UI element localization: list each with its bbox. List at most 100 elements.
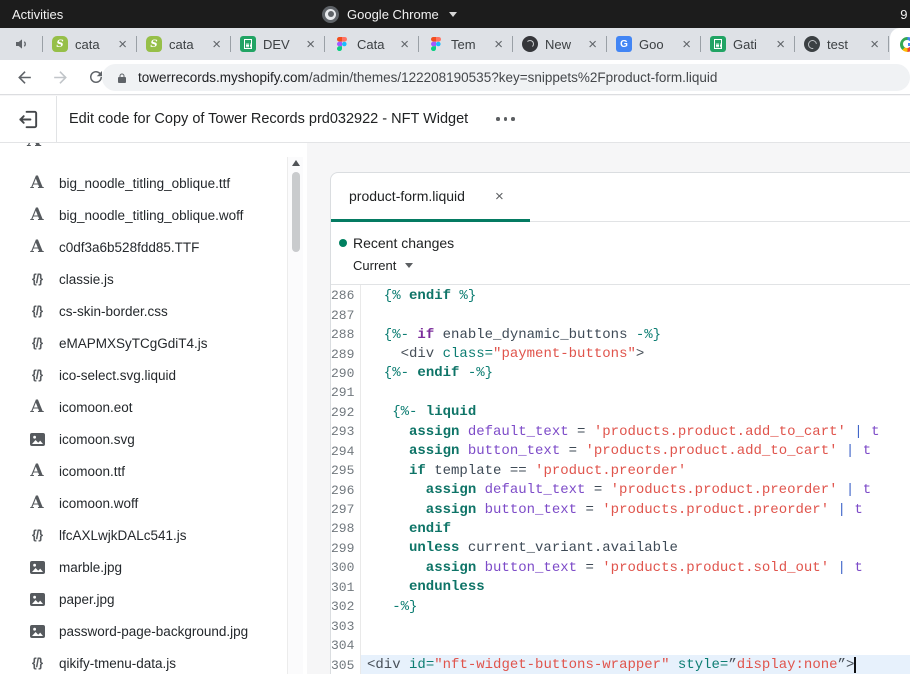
- code-line-content: assign default_text = 'products.product.…: [360, 480, 910, 499]
- line-number: 304: [331, 638, 360, 653]
- code-line[interactable]: 305<div id="nft-widget-buttons-wrapper" …: [331, 655, 910, 674]
- gutter-divider: [360, 285, 361, 674]
- file-item[interactable]: Ac0df3a6b528fdd85.TTF: [0, 231, 307, 263]
- shopify-favicon: S: [146, 36, 162, 52]
- code-line-content: -%}: [360, 597, 910, 616]
- back-button[interactable]: [12, 65, 36, 89]
- code-line[interactable]: 289 <div class="payment-buttons">: [331, 344, 910, 363]
- line-number: 298: [331, 521, 360, 536]
- file-item[interactable]: marble.jpg: [0, 551, 307, 583]
- activities-button[interactable]: Activities: [12, 7, 63, 22]
- code-editor-panel: product-form.liquid × Recent changes Cur…: [330, 172, 910, 674]
- code-line-content: assign default_text = 'products.product.…: [360, 422, 910, 441]
- code-line[interactable]: 297 assign button_text = 'products.produ…: [331, 500, 910, 519]
- code-line[interactable]: 293 assign default_text = 'products.prod…: [331, 422, 910, 441]
- speaker-icon[interactable]: [14, 36, 30, 52]
- tab-close-icon[interactable]: ×: [212, 37, 221, 52]
- file-sidebar: A Abig_noodle_titling_oblique.ttfAbig_no…: [0, 143, 307, 674]
- code-line[interactable]: 291: [331, 383, 910, 402]
- lock-icon[interactable]: [116, 71, 128, 85]
- file-item[interactable]: Abig_noodle_titling_oblique.woff: [0, 199, 307, 231]
- file-name: classie.js: [59, 272, 114, 287]
- code-line[interactable]: 304: [331, 636, 910, 655]
- address-bar[interactable]: towerrecords.myshopify.com/admin/themes/…: [102, 64, 910, 91]
- browser-tab[interactable]: Scata×: [137, 28, 230, 60]
- tab-close-icon[interactable]: ×: [588, 37, 597, 52]
- more-options-icon[interactable]: [496, 117, 515, 121]
- browser-tab[interactable]: Gati ×: [701, 28, 794, 60]
- file-item[interactable]: Aicomoon.eot: [0, 391, 307, 423]
- app-menu[interactable]: Google Chrome: [322, 6, 457, 23]
- browser-tab[interactable]: Scata×: [43, 28, 136, 60]
- tab-close-icon[interactable]: ×: [870, 37, 879, 52]
- code-line[interactable]: 302 -%}: [331, 597, 910, 616]
- file-item[interactable]: password-page-background.jpg: [0, 615, 307, 647]
- browser-tab[interactable]: GGoo×: [607, 28, 700, 60]
- browser-tab[interactable]: New×: [513, 28, 606, 60]
- code-line-content: endunless: [360, 578, 910, 597]
- editor-file-tab[interactable]: product-form.liquid ×: [331, 173, 530, 222]
- code-line[interactable]: 301 endunless: [331, 578, 910, 597]
- file-item[interactable]: {/}cs-skin-border.css: [0, 295, 307, 327]
- code-line[interactable]: 287: [331, 305, 910, 324]
- code-line[interactable]: 288 {%- if enable_dynamic_buttons -%}: [331, 325, 910, 344]
- file-name: paper.jpg: [59, 592, 115, 607]
- file-item[interactable]: Aicomoon.woff: [0, 487, 307, 519]
- code-line[interactable]: 290 {%- endif -%}: [331, 364, 910, 383]
- code-line[interactable]: 292 {%- liquid: [331, 403, 910, 422]
- code-line[interactable]: 295 if template == 'product.preorder': [331, 461, 910, 480]
- code-line[interactable]: 299 unless current_variant.available: [331, 539, 910, 558]
- code-line-content: {%- if enable_dynamic_buttons -%}: [360, 325, 910, 344]
- os-clock: 9 A: [900, 7, 910, 22]
- code-line[interactable]: 296 assign default_text = 'products.prod…: [331, 480, 910, 499]
- tab-close-icon[interactable]: ×: [306, 37, 315, 52]
- code-file-icon: {/}: [27, 272, 47, 286]
- tab-close-icon[interactable]: ×: [118, 37, 127, 52]
- tab-close-icon[interactable]: ×: [400, 37, 409, 52]
- code-area[interactable]: 286 {% endif %}287288 {%- if enable_dyna…: [331, 285, 910, 674]
- line-number: 286: [331, 288, 360, 303]
- url-domain: towerrecords.myshopify.com: [138, 70, 309, 85]
- sidebar-scrollbar[interactable]: [287, 157, 303, 674]
- browser-tab[interactable]: Cata×: [325, 28, 418, 60]
- scrollbar-thumb[interactable]: [292, 172, 300, 252]
- tab-close-icon[interactable]: ×: [776, 37, 785, 52]
- file-item[interactable]: {/}lfcAXLwjkDALc541.js: [0, 519, 307, 551]
- file-item[interactable]: Aicomoon.ttf: [0, 455, 307, 487]
- file-item[interactable]: {/}ico-select.svg.liquid: [0, 359, 307, 391]
- file-item[interactable]: {/} classie.js: [0, 263, 307, 295]
- line-number: 295: [331, 463, 360, 478]
- version-label: Current: [353, 258, 396, 273]
- version-dropdown[interactable]: Current: [353, 258, 910, 273]
- tab-close-icon[interactable]: ×: [682, 37, 691, 52]
- file-name: c0df3a6b528fdd85.TTF: [59, 240, 199, 255]
- tab-title: Gati: [733, 37, 769, 52]
- code-line[interactable]: 300 assign button_text = 'products.produ…: [331, 558, 910, 577]
- file-name: password-page-background.jpg: [59, 624, 248, 639]
- exit-code-editor-button[interactable]: [0, 96, 57, 142]
- tab-close-icon[interactable]: ×: [494, 37, 503, 52]
- tab-close-icon[interactable]: ×: [495, 188, 504, 205]
- browser-tab[interactable]: test ×: [795, 28, 888, 60]
- file-name: qikify-tmenu-data.js: [59, 656, 176, 671]
- file-item[interactable]: Abig_noodle_titling_oblique.ttf: [0, 167, 307, 199]
- file-item[interactable]: paper.jpg: [0, 583, 307, 615]
- file-item[interactable]: {/}eMAPMXSyTCgGdiT4.js: [0, 327, 307, 359]
- scroll-up-icon[interactable]: [292, 160, 300, 166]
- globe-favicon: [804, 36, 820, 52]
- browser-tab[interactable]: DEV×: [231, 28, 324, 60]
- code-line[interactable]: 286 {% endif %}: [331, 286, 910, 305]
- line-number: 288: [331, 327, 360, 342]
- file-item[interactable]: icomoon.svg: [0, 423, 307, 455]
- file-item[interactable]: {/}qikify-tmenu-data.js: [0, 647, 307, 674]
- code-line[interactable]: 294 assign button_text = 'products.produ…: [331, 442, 910, 461]
- url-text: towerrecords.myshopify.com/admin/themes/…: [138, 70, 717, 85]
- code-line[interactable]: 303: [331, 616, 910, 635]
- code-line[interactable]: 298 endif: [331, 519, 910, 538]
- browser-tab-active[interactable]: [890, 28, 910, 60]
- tab-divider: [888, 36, 889, 52]
- page-title: Edit code for Copy of Tower Records prd0…: [69, 111, 468, 127]
- tab-title: test: [827, 37, 863, 52]
- browser-tab[interactable]: Tem×: [419, 28, 512, 60]
- forward-button[interactable]: [48, 65, 72, 89]
